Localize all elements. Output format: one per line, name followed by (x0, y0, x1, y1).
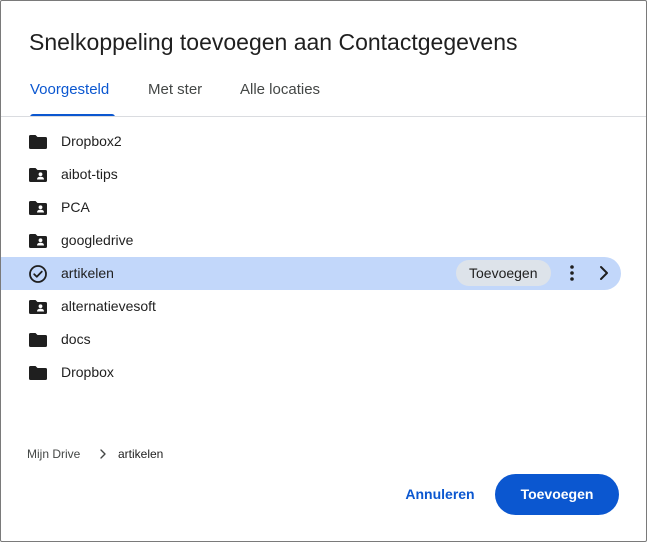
add-shortcut-dialog: Snelkoppeling toevoegen aan Contactgegev… (0, 0, 647, 542)
breadcrumb-current: artikelen (118, 447, 164, 461)
folder-name: googledrive (61, 232, 134, 248)
breadcrumb-root[interactable]: Mijn Drive (27, 447, 80, 461)
add-button[interactable]: Toevoegen (495, 474, 619, 515)
folder-icon (29, 135, 47, 149)
folder-name: docs (61, 331, 91, 347)
list-item[interactable]: Dropbox (1, 356, 621, 389)
tab-suggested[interactable]: Voorgesteld (30, 79, 115, 117)
tab-label: Voorgesteld (30, 81, 110, 98)
folder-name: Dropbox2 (61, 133, 122, 149)
tab-label: Alle locaties (240, 81, 321, 98)
tabs-divider (1, 116, 646, 117)
check-circle-icon (29, 265, 47, 283)
list-item[interactable]: PCA (1, 191, 621, 224)
tab-all-locations[interactable]: Alle locaties (240, 79, 320, 117)
list-item[interactable]: googledrive (1, 224, 621, 257)
chevron-right-icon[interactable] (593, 262, 615, 284)
location-tabs: Voorgesteld Met ster Alle locaties (1, 79, 646, 117)
more-options-icon[interactable] (561, 262, 583, 284)
list-item[interactable]: docs (1, 323, 621, 356)
list-item-selected[interactable]: artikelen Toevoegen (1, 257, 621, 290)
tab-starred[interactable]: Met ster (148, 79, 202, 117)
folder-name: PCA (61, 199, 90, 215)
shared-folder-icon (29, 234, 47, 248)
folder-name: artikelen (61, 265, 114, 281)
list-item[interactable]: Dropbox2 (1, 125, 621, 158)
folder-name: aibot-tips (61, 166, 118, 182)
folder-name: Dropbox (61, 364, 114, 380)
shared-folder-icon (29, 300, 47, 314)
folder-icon (29, 366, 47, 380)
dialog-title: Snelkoppeling toevoegen aan Contactgegev… (29, 29, 518, 55)
list-item[interactable]: aibot-tips (1, 158, 621, 191)
shared-folder-icon (29, 201, 47, 215)
folder-name: alternatievesoft (61, 298, 156, 314)
tab-label: Met ster (148, 81, 203, 98)
cancel-button[interactable]: Annuleren (395, 474, 485, 515)
add-here-chip[interactable]: Toevoegen (456, 260, 551, 286)
chevron-right-icon (100, 449, 106, 459)
shared-folder-icon (29, 168, 47, 182)
folder-icon (29, 333, 47, 347)
list-item[interactable]: alternatievesoft (1, 290, 621, 323)
